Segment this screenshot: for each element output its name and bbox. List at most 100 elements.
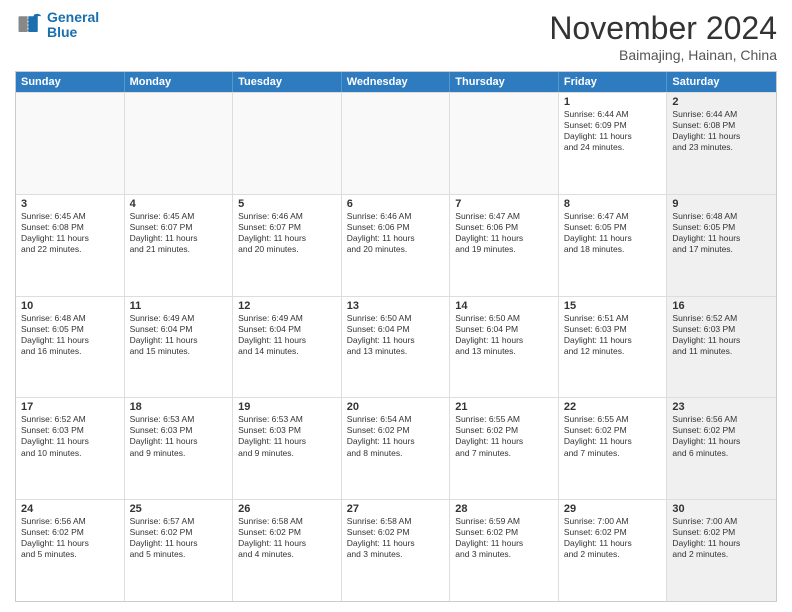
logo-line2: Blue	[47, 24, 77, 40]
cal-cell-3: 3Sunrise: 6:45 AM Sunset: 6:08 PM Daylig…	[16, 195, 125, 296]
day-info: Sunrise: 6:44 AM Sunset: 6:08 PM Dayligh…	[672, 109, 771, 153]
cal-cell-16: 16Sunrise: 6:52 AM Sunset: 6:03 PM Dayli…	[667, 297, 776, 398]
day-number: 19	[238, 401, 336, 413]
logo-text: General Blue	[47, 10, 99, 41]
day-info: Sunrise: 6:47 AM Sunset: 6:05 PM Dayligh…	[564, 211, 662, 255]
cal-cell-18: 18Sunrise: 6:53 AM Sunset: 6:03 PM Dayli…	[125, 398, 234, 499]
day-info: Sunrise: 6:50 AM Sunset: 6:04 PM Dayligh…	[455, 313, 553, 357]
day-info: Sunrise: 6:48 AM Sunset: 6:05 PM Dayligh…	[21, 313, 119, 357]
day-number: 23	[672, 401, 771, 413]
day-info: Sunrise: 6:45 AM Sunset: 6:07 PM Dayligh…	[130, 211, 228, 255]
day-number: 17	[21, 401, 119, 413]
cal-cell-30: 30Sunrise: 7:00 AM Sunset: 6:02 PM Dayli…	[667, 500, 776, 601]
cal-cell-empty-0-0	[16, 93, 125, 194]
day-info: Sunrise: 6:54 AM Sunset: 6:02 PM Dayligh…	[347, 414, 445, 458]
day-number: 10	[21, 300, 119, 312]
cal-cell-9: 9Sunrise: 6:48 AM Sunset: 6:05 PM Daylig…	[667, 195, 776, 296]
day-number: 14	[455, 300, 553, 312]
cal-cell-7: 7Sunrise: 6:47 AM Sunset: 6:06 PM Daylig…	[450, 195, 559, 296]
day-info: Sunrise: 6:57 AM Sunset: 6:02 PM Dayligh…	[130, 516, 228, 560]
day-number: 13	[347, 300, 445, 312]
day-info: Sunrise: 6:52 AM Sunset: 6:03 PM Dayligh…	[672, 313, 771, 357]
cal-row-3: 17Sunrise: 6:52 AM Sunset: 6:03 PM Dayli…	[16, 397, 776, 499]
cal-cell-14: 14Sunrise: 6:50 AM Sunset: 6:04 PM Dayli…	[450, 297, 559, 398]
day-number: 22	[564, 401, 662, 413]
day-number: 2	[672, 96, 771, 108]
day-number: 6	[347, 198, 445, 210]
day-number: 25	[130, 503, 228, 515]
day-info: Sunrise: 6:44 AM Sunset: 6:09 PM Dayligh…	[564, 109, 662, 153]
day-number: 26	[238, 503, 336, 515]
day-number: 9	[672, 198, 771, 210]
day-info: Sunrise: 6:50 AM Sunset: 6:04 PM Dayligh…	[347, 313, 445, 357]
header: General Blue November 2024 Baimajing, Ha…	[15, 10, 777, 63]
day-info: Sunrise: 6:48 AM Sunset: 6:05 PM Dayligh…	[672, 211, 771, 255]
day-number: 21	[455, 401, 553, 413]
header-day-friday: Friday	[559, 72, 668, 92]
day-number: 12	[238, 300, 336, 312]
day-info: Sunrise: 6:55 AM Sunset: 6:02 PM Dayligh…	[455, 414, 553, 458]
cal-cell-25: 25Sunrise: 6:57 AM Sunset: 6:02 PM Dayli…	[125, 500, 234, 601]
day-info: Sunrise: 6:58 AM Sunset: 6:02 PM Dayligh…	[347, 516, 445, 560]
cal-cell-5: 5Sunrise: 6:46 AM Sunset: 6:07 PM Daylig…	[233, 195, 342, 296]
cal-cell-21: 21Sunrise: 6:55 AM Sunset: 6:02 PM Dayli…	[450, 398, 559, 499]
cal-row-4: 24Sunrise: 6:56 AM Sunset: 6:02 PM Dayli…	[16, 499, 776, 601]
header-day-thursday: Thursday	[450, 72, 559, 92]
day-number: 20	[347, 401, 445, 413]
day-number: 7	[455, 198, 553, 210]
cal-cell-4: 4Sunrise: 6:45 AM Sunset: 6:07 PM Daylig…	[125, 195, 234, 296]
logo: General Blue	[15, 10, 99, 41]
day-number: 29	[564, 503, 662, 515]
calendar-body: 1Sunrise: 6:44 AM Sunset: 6:09 PM Daylig…	[16, 92, 776, 601]
calendar-header: SundayMondayTuesdayWednesdayThursdayFrid…	[16, 72, 776, 92]
day-number: 28	[455, 503, 553, 515]
day-info: Sunrise: 6:53 AM Sunset: 6:03 PM Dayligh…	[238, 414, 336, 458]
day-info: Sunrise: 6:56 AM Sunset: 6:02 PM Dayligh…	[21, 516, 119, 560]
logo-line1: General	[47, 9, 99, 25]
cal-cell-10: 10Sunrise: 6:48 AM Sunset: 6:05 PM Dayli…	[16, 297, 125, 398]
day-info: Sunrise: 6:46 AM Sunset: 6:07 PM Dayligh…	[238, 211, 336, 255]
day-number: 11	[130, 300, 228, 312]
day-info: Sunrise: 6:45 AM Sunset: 6:08 PM Dayligh…	[21, 211, 119, 255]
page: General Blue November 2024 Baimajing, Ha…	[0, 0, 792, 612]
day-info: Sunrise: 6:52 AM Sunset: 6:03 PM Dayligh…	[21, 414, 119, 458]
day-number: 1	[564, 96, 662, 108]
month-title: November 2024	[549, 10, 777, 47]
header-day-monday: Monday	[125, 72, 234, 92]
day-number: 4	[130, 198, 228, 210]
cal-cell-24: 24Sunrise: 6:56 AM Sunset: 6:02 PM Dayli…	[16, 500, 125, 601]
day-info: Sunrise: 6:55 AM Sunset: 6:02 PM Dayligh…	[564, 414, 662, 458]
day-number: 18	[130, 401, 228, 413]
cal-row-2: 10Sunrise: 6:48 AM Sunset: 6:05 PM Dayli…	[16, 296, 776, 398]
header-day-wednesday: Wednesday	[342, 72, 451, 92]
day-info: Sunrise: 6:47 AM Sunset: 6:06 PM Dayligh…	[455, 211, 553, 255]
day-number: 15	[564, 300, 662, 312]
day-info: Sunrise: 6:46 AM Sunset: 6:06 PM Dayligh…	[347, 211, 445, 255]
header-day-saturday: Saturday	[667, 72, 776, 92]
day-number: 27	[347, 503, 445, 515]
cal-cell-empty-0-4	[450, 93, 559, 194]
header-day-tuesday: Tuesday	[233, 72, 342, 92]
cal-cell-empty-0-3	[342, 93, 451, 194]
day-info: Sunrise: 7:00 AM Sunset: 6:02 PM Dayligh…	[564, 516, 662, 560]
cal-cell-empty-0-1	[125, 93, 234, 194]
header-day-sunday: Sunday	[16, 72, 125, 92]
cal-cell-15: 15Sunrise: 6:51 AM Sunset: 6:03 PM Dayli…	[559, 297, 668, 398]
title-block: November 2024 Baimajing, Hainan, China	[549, 10, 777, 63]
cal-cell-27: 27Sunrise: 6:58 AM Sunset: 6:02 PM Dayli…	[342, 500, 451, 601]
cal-cell-20: 20Sunrise: 6:54 AM Sunset: 6:02 PM Dayli…	[342, 398, 451, 499]
cal-cell-empty-0-2	[233, 93, 342, 194]
day-info: Sunrise: 6:51 AM Sunset: 6:03 PM Dayligh…	[564, 313, 662, 357]
cal-cell-2: 2Sunrise: 6:44 AM Sunset: 6:08 PM Daylig…	[667, 93, 776, 194]
cal-cell-8: 8Sunrise: 6:47 AM Sunset: 6:05 PM Daylig…	[559, 195, 668, 296]
day-number: 8	[564, 198, 662, 210]
cal-cell-28: 28Sunrise: 6:59 AM Sunset: 6:02 PM Dayli…	[450, 500, 559, 601]
cal-cell-22: 22Sunrise: 6:55 AM Sunset: 6:02 PM Dayli…	[559, 398, 668, 499]
day-info: Sunrise: 6:56 AM Sunset: 6:02 PM Dayligh…	[672, 414, 771, 458]
cal-cell-17: 17Sunrise: 6:52 AM Sunset: 6:03 PM Dayli…	[16, 398, 125, 499]
day-number: 24	[21, 503, 119, 515]
cal-row-1: 3Sunrise: 6:45 AM Sunset: 6:08 PM Daylig…	[16, 194, 776, 296]
calendar: SundayMondayTuesdayWednesdayThursdayFrid…	[15, 71, 777, 602]
cal-cell-26: 26Sunrise: 6:58 AM Sunset: 6:02 PM Dayli…	[233, 500, 342, 601]
day-number: 16	[672, 300, 771, 312]
